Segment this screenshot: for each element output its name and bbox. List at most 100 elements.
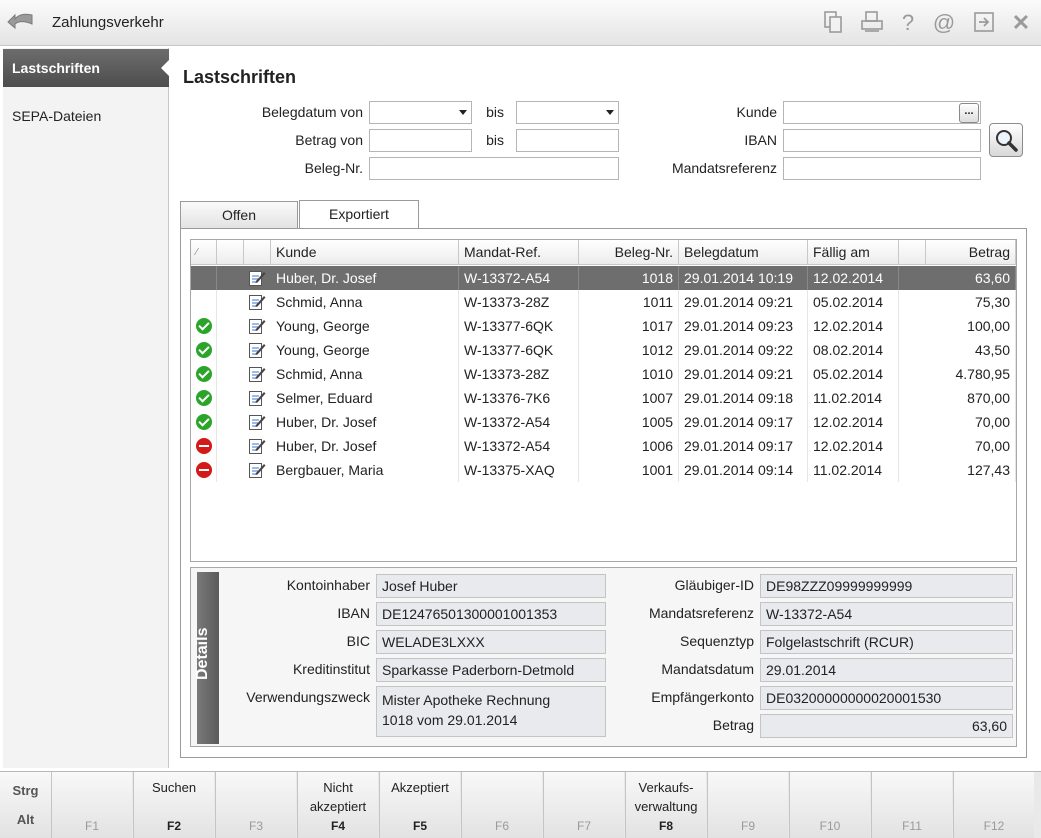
- document-edit-icon[interactable]: [248, 317, 266, 335]
- main-panel: Lastschriften Belegdatum von bis Kunde .…: [170, 48, 1041, 768]
- cell-faellig-am: 08.02.2014: [808, 338, 899, 362]
- cell-belegdatum: 29.01.2014 09:17: [679, 410, 808, 434]
- fkey-f1-button[interactable]: F1: [51, 772, 132, 838]
- fkey-f5-button[interactable]: Akzeptiert F5: [379, 772, 460, 838]
- fkey-f7-button[interactable]: F7: [543, 772, 624, 838]
- document-edit-icon[interactable]: [248, 365, 266, 383]
- document-edit-icon[interactable]: [248, 389, 266, 407]
- sidebar-item-lastschriften[interactable]: Lastschriften: [3, 49, 170, 87]
- cell-belegdatum: 29.01.2014 09:23: [679, 314, 808, 338]
- status-column-header[interactable]: [217, 240, 244, 265]
- fkey-key-name: F11: [902, 819, 922, 833]
- fkey-f8-button[interactable]: Verkaufs-verwaltung F8: [625, 772, 706, 838]
- document-edit-icon[interactable]: [248, 413, 266, 431]
- column-header-betrag[interactable]: Betrag: [926, 240, 1016, 265]
- cell-status: [191, 386, 217, 410]
- iban-input[interactable]: [783, 129, 981, 152]
- cell-betrag: 63,60: [926, 266, 1016, 290]
- export-icon[interactable]: [971, 10, 997, 36]
- back-arrow-icon[interactable]: [6, 9, 36, 35]
- cell-status: [191, 362, 217, 386]
- check-circle-icon: [196, 414, 212, 430]
- sidebar-item-label: Lastschriften: [12, 60, 100, 76]
- document-edit-icon[interactable]: [248, 437, 266, 455]
- mandatsreferenz-input[interactable]: [783, 157, 981, 180]
- details-tab[interactable]: Details: [194, 572, 219, 744]
- print-icon[interactable]: [859, 10, 885, 36]
- cell-faellig-am: 12.02.2014: [808, 410, 899, 434]
- fkey-f11-button[interactable]: F11: [871, 772, 952, 838]
- column-header-faellig-am[interactable]: Fällig am: [808, 240, 899, 265]
- table-row[interactable]: Huber, Dr. Josef W-13372-A54 1005 29.01.201…: [191, 410, 1016, 434]
- tab-offen[interactable]: Offen: [180, 201, 298, 229]
- column-header-extra[interactable]: [899, 240, 926, 265]
- cell-kunde: Huber, Dr. Josef: [271, 434, 459, 458]
- table-row[interactable]: Schmid, Anna W-13373-28Z 1011 29.01.2014 09…: [191, 290, 1016, 314]
- empfaengerkonto-label: Empfängerkonto: [651, 689, 754, 705]
- betrag-von-input[interactable]: [369, 129, 472, 152]
- fkey-f12-button[interactable]: F12: [953, 772, 1034, 838]
- kunde-input[interactable]: ...: [783, 101, 981, 124]
- lastschriften-table[interactable]: ⁄ Kunde Mandat-Ref. Beleg-Nr. Belegdatum…: [190, 239, 1017, 562]
- cell-mandat-ref: W-13377-6QK: [459, 314, 579, 338]
- column-header-belegdatum[interactable]: Belegdatum: [679, 240, 808, 265]
- email-icon[interactable]: @: [931, 10, 957, 36]
- belegdatum-von-dropdown[interactable]: [369, 101, 472, 124]
- belegdatum-bis-dropdown[interactable]: [516, 101, 619, 124]
- window-title: Zahlungsverkehr: [52, 14, 164, 31]
- fkey-f6-button[interactable]: F6: [461, 772, 542, 838]
- column-header-kunde[interactable]: Kunde: [271, 240, 459, 265]
- fkey-f2-button[interactable]: Suchen F2: [133, 772, 214, 838]
- table-row[interactable]: Bergbauer, Maria W-13375-XAQ 1001 29.01.201…: [191, 458, 1016, 482]
- mandatsdatum-value: 29.01.2014: [760, 658, 1013, 682]
- verwendungszweck-label: Verwendungszweck: [246, 689, 370, 705]
- bic-label: BIC: [346, 633, 370, 649]
- tab-exportiert[interactable]: Exportiert: [299, 200, 419, 230]
- column-header-mandat-ref[interactable]: Mandat-Ref.: [459, 240, 579, 265]
- fkey-key-name: F1: [84, 819, 99, 833]
- cell-kunde: Huber, Dr. Josef: [271, 266, 459, 290]
- chevron-down-icon: [606, 110, 614, 115]
- kreditinstitut-value: Sparkasse Paderborn-Detmold: [376, 658, 606, 682]
- table-row[interactable]: Young, George W-13377-6QK 1017 29.01.2014 0…: [191, 314, 1016, 338]
- sequenztyp-label: Sequenztyp: [680, 633, 754, 649]
- fkey-key-name: F7: [576, 819, 591, 833]
- fkey-f4-button[interactable]: Nicht akzeptiert F4: [297, 772, 378, 838]
- fkey-f10-button[interactable]: F10: [789, 772, 870, 838]
- beleg-nr-input[interactable]: [369, 157, 619, 180]
- document-edit-icon[interactable]: [248, 269, 266, 287]
- document-edit-icon[interactable]: [248, 293, 266, 311]
- cell-belegdatum: 29.01.2014 09:22: [679, 338, 808, 362]
- details-panel: Details Kontoinhaber Josef Huber IBAN DE…: [190, 567, 1017, 747]
- tab-label: Exportiert: [329, 206, 389, 222]
- close-icon[interactable]: ✕: [1008, 10, 1034, 36]
- cell-faellig-am: 05.02.2014: [808, 290, 899, 314]
- cell-betrag: 870,00: [926, 386, 1016, 410]
- check-circle-icon: [196, 390, 212, 406]
- cell-beleg-nr: 1017: [579, 314, 679, 338]
- column-header-beleg-nr[interactable]: Beleg-Nr.: [579, 240, 679, 265]
- sidebar: Lastschriften SEPA-Dateien: [3, 48, 170, 768]
- document-edit-icon[interactable]: [248, 341, 266, 359]
- table-row[interactable]: Selmer, Eduard W-13376-7K6 1007 29.01.2014 …: [191, 386, 1016, 410]
- check-circle-icon: [196, 366, 212, 382]
- verwendungszweck-line: Mister Apotheke Rechnung: [382, 692, 551, 708]
- document-edit-icon[interactable]: [248, 461, 266, 479]
- copy-icon[interactable]: [820, 10, 846, 36]
- table-row[interactable]: Schmid, Anna W-13373-28Z 1010 29.01.2014 09…: [191, 362, 1016, 386]
- betrag-bis-input[interactable]: [516, 129, 619, 152]
- kunde-picker-button[interactable]: ...: [959, 103, 979, 123]
- search-button[interactable]: [989, 123, 1023, 157]
- doc-column-header[interactable]: [244, 240, 271, 265]
- fkey-key-name: F12: [983, 819, 1005, 833]
- table-row[interactable]: Huber, Dr. Josef W-13372-A54 1006 29.01.201…: [191, 434, 1016, 458]
- table-row[interactable]: Huber, Dr. Josef W-13372-A54 1018 29.01.201…: [191, 266, 1016, 290]
- help-icon[interactable]: ?: [895, 10, 921, 36]
- sidebar-item-sepa-dateien[interactable]: SEPA-Dateien: [3, 97, 169, 135]
- bic-value: WELADE3LXXX: [376, 630, 606, 654]
- sort-column-header[interactable]: ⁄: [191, 240, 217, 265]
- fkey-f3-button[interactable]: F3: [215, 772, 296, 838]
- minus-circle-icon: [196, 462, 212, 478]
- fkey-f9-button[interactable]: F9: [707, 772, 788, 838]
- table-row[interactable]: Young, George W-13377-6QK 1012 29.01.2014 0…: [191, 338, 1016, 362]
